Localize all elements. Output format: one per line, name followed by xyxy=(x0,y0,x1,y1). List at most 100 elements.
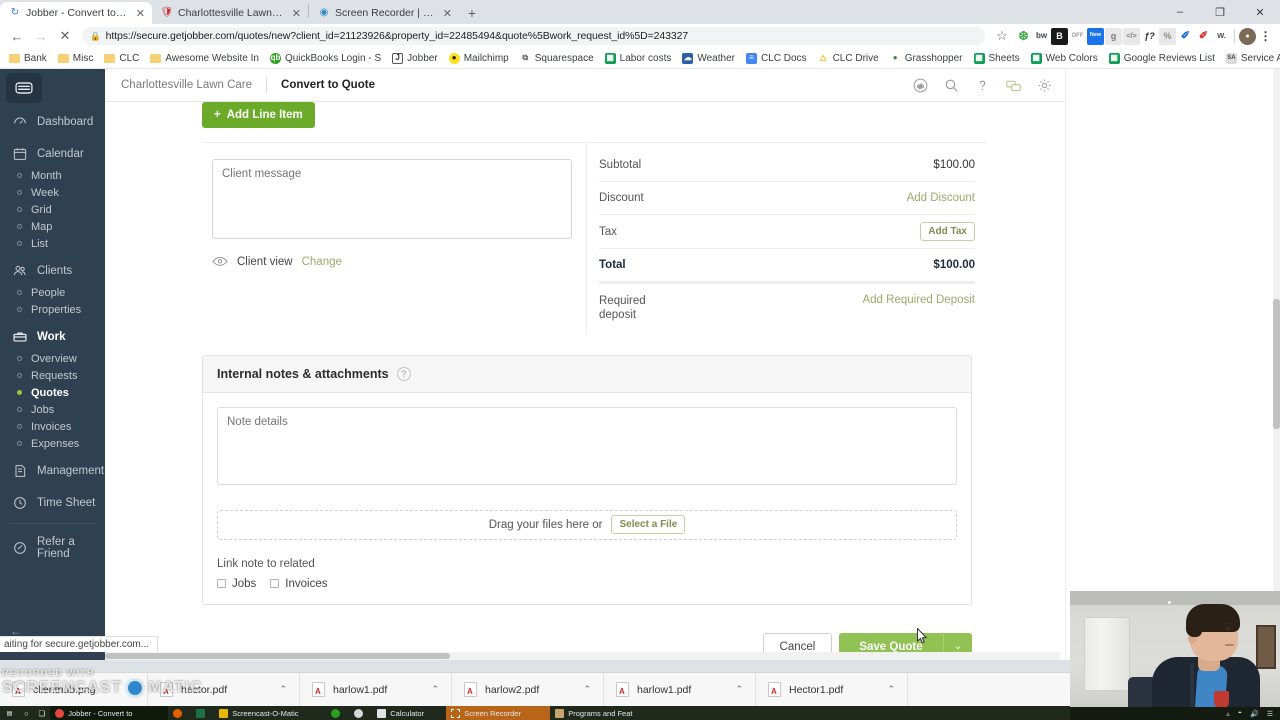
bookmark-labor-costs[interactable]: ▦ Labor costs xyxy=(600,51,677,66)
close-icon[interactable]: ✕ xyxy=(443,7,452,20)
evernote-extension-icon[interactable]: ❆ xyxy=(1015,28,1032,45)
chevron-up-icon[interactable]: ⌃ xyxy=(735,684,743,695)
add-required-deposit-link[interactable]: Add Required Deposit xyxy=(862,294,975,306)
add-tax-button[interactable]: Add Tax xyxy=(920,222,975,241)
bookmark-mailchimp[interactable]: ● Mailchimp xyxy=(444,51,514,66)
download-item[interactable]: hector.pdf ⌃ xyxy=(148,672,300,707)
help-icon[interactable] xyxy=(974,77,991,94)
add-line-item-button[interactable]: + Add Line Item xyxy=(202,102,315,128)
sidebar-item-dashboard[interactable]: Dashboard xyxy=(0,109,105,135)
bookmark-quickbooks[interactable]: qb QuickBooks Login - S xyxy=(265,51,386,66)
bold-b-extension-icon[interactable]: B xyxy=(1051,27,1068,45)
bookmark-bank[interactable]: Bank xyxy=(4,51,52,66)
bookmark-jobber[interactable]: J Jobber xyxy=(387,51,443,66)
bookmark-grasshopper[interactable]: ● Grasshopper xyxy=(885,51,968,66)
sidebar-item-calendar[interactable]: Calendar xyxy=(0,141,105,167)
sidebar-subitem-people[interactable]: People xyxy=(0,284,105,301)
webcam-overlay[interactable]: ▵ ◓ 🔊 ☰ xyxy=(1070,591,1280,720)
blue-pen-extension-icon[interactable]: ✐ xyxy=(1177,28,1194,45)
scrollbar-thumb[interactable] xyxy=(105,653,450,659)
taskbar-item-chrome[interactable]: Jobber - Convert to xyxy=(50,706,169,720)
jobber-logo[interactable] xyxy=(6,73,42,103)
percent-extension-icon[interactable]: % xyxy=(1159,27,1176,45)
chevron-up-icon[interactable]: ⌃ xyxy=(583,684,591,695)
chevron-up-icon[interactable]: ⌃ xyxy=(127,684,135,695)
function-extension-icon[interactable]: ƒ? xyxy=(1141,28,1158,45)
chrome-menu-icon[interactable]: ⋮ xyxy=(1257,28,1274,45)
scrollbar-thumb[interactable] xyxy=(1273,299,1280,429)
quickbooks-icon[interactable]: qb xyxy=(912,77,929,94)
help-icon[interactable]: ? xyxy=(396,366,411,381)
taskbar-search[interactable]: ○ xyxy=(19,706,34,720)
file-dropzone[interactable]: Drag your files here or Select a File xyxy=(217,509,957,540)
minimize-button[interactable]: – xyxy=(1160,0,1200,24)
close-window-button[interactable]: ✕ xyxy=(1240,0,1280,24)
sidebar-subitem-requests[interactable]: Requests xyxy=(0,367,105,384)
new-window-extension-icon[interactable]: New xyxy=(1087,27,1104,45)
sidebar-item-management[interactable]: Management xyxy=(0,458,105,484)
task-view-button[interactable]: ❑ xyxy=(34,706,51,720)
invoices-checkbox[interactable] xyxy=(270,579,280,589)
stop-icon[interactable]: ✕ xyxy=(54,25,76,47)
maximize-button[interactable]: ❐ xyxy=(1200,0,1240,24)
address-bar[interactable]: 🔒 https://secure.getjobber.com/quotes/ne… xyxy=(82,27,985,45)
browser-tab-clc[interactable]: 🛡 Charlottesville Lawn Care: A Mow ✕ xyxy=(152,2,308,24)
taskbar-item-firefox[interactable] xyxy=(168,706,191,720)
chevron-up-icon[interactable]: ⌃ xyxy=(279,684,287,695)
settings-icon[interactable] xyxy=(1036,77,1053,94)
w-extension-icon[interactable]: W. xyxy=(1213,28,1230,45)
sidebar-item-clients[interactable]: Clients xyxy=(0,258,105,284)
code-extension-icon[interactable]: </> xyxy=(1123,27,1140,45)
jobs-checkbox[interactable] xyxy=(217,579,226,589)
bookmark-web-colors[interactable]: ▦ Web Colors xyxy=(1026,51,1103,66)
sidebar-subitem-month[interactable]: Month xyxy=(0,167,105,184)
tray-volume-icon[interactable]: 🔊 xyxy=(1250,710,1259,718)
chevron-up-icon[interactable]: ⌃ xyxy=(887,684,895,695)
taskbar-item-screencast[interactable]: Screencast-O-Matic xyxy=(214,706,326,720)
breadcrumb-company[interactable]: Charlottesville Lawn Care xyxy=(121,79,252,91)
taskbar-item-paint[interactable] xyxy=(349,706,372,720)
taskbar-item-calculator[interactable]: Calculator xyxy=(372,706,446,720)
sidebar-subitem-map[interactable]: Map xyxy=(0,218,105,235)
taskbar-item-quickbooks[interactable] xyxy=(326,706,349,720)
forward-icon[interactable]: → xyxy=(30,25,52,47)
off-toggle-extension-icon[interactable]: OFF xyxy=(1069,28,1086,45)
bookmark-star-icon[interactable]: ☆ xyxy=(991,25,1013,47)
bookmark-awesome-website[interactable]: Awesome Website In xyxy=(145,51,264,66)
bookmark-misc[interactable]: Misc xyxy=(53,51,99,66)
bookmark-clc-docs[interactable]: ≡ CLC Docs xyxy=(741,51,812,66)
browser-tab-screenrecorder[interactable]: ◉ Screen Recorder | Screencast-O- ✕ xyxy=(309,2,459,24)
bookmark-google-reviews-list[interactable]: ▦ Google Reviews List xyxy=(1104,51,1220,66)
taskbar-item-excel[interactable] xyxy=(191,706,214,720)
sidebar-subitem-jobs[interactable]: Jobs xyxy=(0,401,105,418)
bitwarden-extension-icon[interactable]: bw xyxy=(1033,28,1050,45)
tray-chevron-icon[interactable]: ▵ xyxy=(1226,710,1230,718)
download-item[interactable]: harlow1.pdf ⌃ xyxy=(300,672,452,707)
taskbar-item-screen-recorder[interactable]: Screen Recorder xyxy=(446,706,551,720)
download-item[interactable]: clienthub.png ⌃ xyxy=(0,672,148,707)
download-item[interactable]: Hector1.pdf ⌃ xyxy=(756,672,908,707)
close-icon[interactable]: ✕ xyxy=(292,7,301,20)
chevron-up-icon[interactable]: ⌃ xyxy=(431,684,439,695)
add-discount-link[interactable]: Add Discount xyxy=(907,192,975,204)
back-icon[interactable]: ← xyxy=(6,25,28,47)
tray-network-icon[interactable]: ◓ xyxy=(1238,710,1242,717)
sidebar-item-work[interactable]: Work xyxy=(0,324,105,350)
start-button[interactable]: ▤ xyxy=(0,706,19,720)
bookmark-sheets[interactable]: ▦ Sheets xyxy=(969,51,1025,66)
red-pen-extension-icon[interactable]: ✐ xyxy=(1195,28,1212,45)
sidebar-subitem-overview[interactable]: Overview xyxy=(0,350,105,367)
bookmark-clc[interactable]: CLC xyxy=(99,51,144,66)
bookmark-squarespace[interactable]: ⧉ Squarespace xyxy=(515,51,599,66)
note-details-input[interactable] xyxy=(217,406,957,485)
download-item[interactable]: harlow2.pdf ⌃ xyxy=(452,672,604,707)
client-message-input[interactable] xyxy=(212,159,572,239)
sidebar-item-time-sheet[interactable]: Time Sheet xyxy=(0,490,105,516)
tray-notifications-icon[interactable]: ☰ xyxy=(1267,710,1273,718)
sidebar-subitem-invoices[interactable]: Invoices xyxy=(0,418,105,435)
search-icon[interactable] xyxy=(943,77,960,94)
sidebar-subitem-properties[interactable]: Properties xyxy=(0,301,105,318)
sidebar-subitem-expenses[interactable]: Expenses xyxy=(0,435,105,452)
bookmark-weather[interactable]: ☁ Weather xyxy=(677,51,740,66)
browser-tab-jobber[interactable]: ↻ Jobber - Convert to Quote ✕ xyxy=(0,2,152,24)
